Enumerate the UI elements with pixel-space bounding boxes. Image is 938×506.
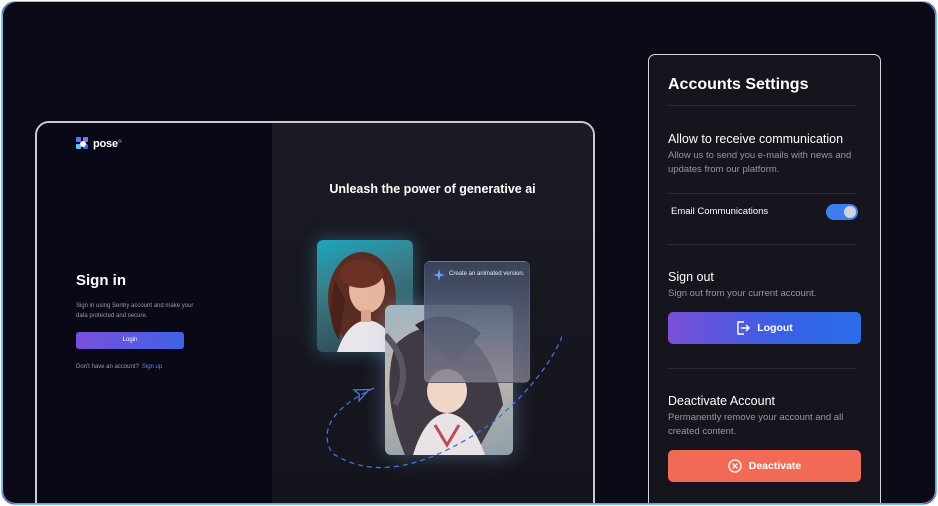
no-account-text: Don't have an account? — [76, 364, 139, 370]
login-button[interactable]: Login — [76, 332, 184, 349]
logo-mark-icon — [76, 137, 90, 151]
logout-icon — [737, 321, 751, 335]
send-arc-decoration — [326, 334, 562, 469]
logout-button[interactable]: Logout — [668, 312, 861, 344]
brand-logo: poseai — [76, 137, 122, 151]
close-circle-icon — [728, 459, 742, 473]
email-communications-toggle[interactable] — [826, 204, 858, 220]
toggle-knob — [844, 206, 856, 218]
deactivate-button[interactable]: Deactivate — [668, 450, 861, 482]
paper-plane-icon — [352, 388, 371, 403]
showcase-frame: poseai Sign in Sign in using Sentry acco… — [1, 1, 937, 505]
signin-description: Sign in using Sentry account and make yo… — [76, 303, 194, 319]
signout-title: Sign out — [668, 270, 714, 284]
signout-description: Sign out from your current account. — [668, 288, 817, 299]
promo-headline: Unleash the power of generative ai — [329, 182, 536, 196]
divider — [668, 193, 856, 194]
deactivate-title: Deactivate Account — [668, 394, 776, 408]
promo-panel: Unleash the power of generative ai Creat… — [272, 123, 593, 504]
deactivate-label: Deactivate — [748, 460, 802, 472]
signup-prompt: Don't have an account? Sign up — [76, 364, 162, 370]
communication-description: Allow us to send you e-mails with news a… — [668, 150, 852, 175]
email-communications-label: Email Communications — [671, 206, 769, 217]
settings-title: Accounts Settings — [668, 76, 809, 93]
logout-label: Logout — [757, 322, 793, 334]
app-preview-mockup: poseai Sign in Sign in using Sentry acco… — [35, 121, 595, 504]
divider — [668, 244, 856, 245]
divider — [668, 105, 856, 106]
deactivate-description: Permanently remove your account and all … — [668, 412, 844, 437]
signup-link[interactable]: Sign up — [142, 364, 162, 370]
communication-title: Allow to receive communication — [668, 132, 844, 146]
account-settings-card: Accounts Settings Allow to receive commu… — [648, 54, 881, 504]
signin-panel: poseai Sign in Sign in using Sentry acco… — [37, 123, 272, 504]
logo-text: poseai — [93, 138, 122, 150]
signin-title: Sign in — [76, 272, 126, 289]
divider — [668, 368, 856, 369]
